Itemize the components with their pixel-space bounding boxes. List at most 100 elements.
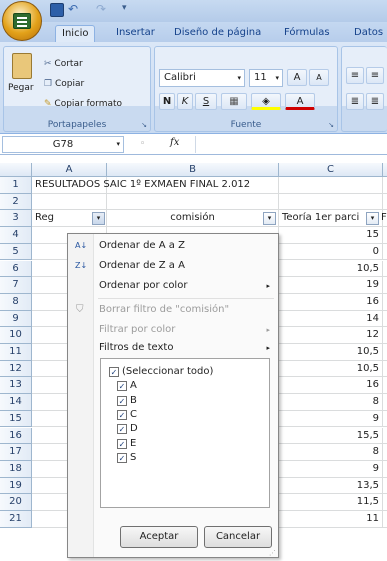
paste-button[interactable]: Pegar <box>8 83 34 93</box>
tab-datos[interactable]: Datos <box>348 25 387 42</box>
tab-inicio[interactable]: Inicio <box>55 25 96 42</box>
cell-c[interactable]: 10,5 <box>279 360 383 378</box>
font-name-combo[interactable]: Calibri ▾ <box>159 69 245 87</box>
filter-value-item[interactable]: ✓ A <box>117 379 137 393</box>
cell-c[interactable] <box>279 193 383 211</box>
checkbox-checked-icon[interactable]: ✓ <box>117 438 127 449</box>
fill-color-icon[interactable]: ◈ <box>251 93 281 110</box>
filter-dropdown-icon[interactable]: ▾ <box>263 212 276 226</box>
row-header[interactable]: 5 <box>0 243 32 261</box>
row-header[interactable]: 9 <box>0 310 32 328</box>
name-box[interactable]: G78 ▾ <box>2 136 124 153</box>
bold-button[interactable]: N <box>159 93 175 110</box>
row-header[interactable]: 14 <box>0 394 32 411</box>
font-size-combo[interactable]: 11 ▾ <box>249 69 283 87</box>
cell-d[interactable] <box>383 344 387 361</box>
col-header-b[interactable]: B <box>107 163 279 177</box>
italic-button[interactable]: K <box>177 93 193 110</box>
tab-insertar[interactable]: Insertar <box>110 25 161 42</box>
cell-c[interactable]: 15,5 <box>279 427 383 445</box>
cell-b[interactable]: comisión <box>107 210 279 228</box>
row-header[interactable]: 16 <box>0 427 32 445</box>
grow-font-button[interactable]: A <box>287 69 307 86</box>
row-header[interactable]: 17 <box>0 444 32 461</box>
undo-icon[interactable]: ↶ <box>68 3 82 17</box>
cell-d[interactable] <box>383 444 387 461</box>
format-painter-button[interactable]: ✎ Copiar formato <box>44 99 122 109</box>
col-header-c[interactable]: C <box>279 163 383 177</box>
cell-c[interactable]: 8 <box>279 444 383 461</box>
insert-function-button[interactable]: fx <box>170 137 179 148</box>
cell-c[interactable]: 11,5 <box>279 494 383 511</box>
font-color-icon[interactable]: A <box>285 93 315 110</box>
row-header[interactable]: 21 <box>0 511 32 528</box>
sort-z-a-item[interactable]: Z↓ Ordenar de Z a A <box>68 256 278 276</box>
cell-c[interactable]: 11 <box>279 511 383 528</box>
resize-grip-icon[interactable]: ⋰ <box>269 549 276 557</box>
formula-input[interactable] <box>195 136 385 153</box>
row-header[interactable]: 3 <box>0 210 32 228</box>
cell-d[interactable] <box>383 194 387 211</box>
row-header[interactable]: 19 <box>0 477 32 495</box>
paste-icon[interactable] <box>12 53 32 79</box>
borders-icon[interactable]: ▦ <box>221 93 247 110</box>
cell-d[interactable] <box>383 244 387 261</box>
font-launcher-icon[interactable]: ↘ <box>328 121 334 129</box>
copy-button[interactable]: ❐ Copiar <box>44 79 84 89</box>
row-header[interactable]: 20 <box>0 494 32 511</box>
cell-a[interactable]: RESULTADOS SAIC 1º EXMAEN FINAL 2.012 <box>32 177 250 194</box>
save-icon[interactable] <box>50 3 64 17</box>
row-header[interactable]: 8 <box>0 293 32 311</box>
align-left-icon[interactable]: ≣ <box>346 93 364 110</box>
align-top-icon[interactable]: ≡ <box>346 67 364 84</box>
cell-c[interactable]: 9 <box>279 410 383 428</box>
row-header[interactable]: 1 <box>0 177 32 194</box>
cell-c[interactable]: 14 <box>279 310 383 328</box>
shrink-font-button[interactable]: A <box>309 69 329 86</box>
cell-d[interactable] <box>383 177 387 194</box>
cell-d[interactable] <box>383 377 387 395</box>
col-header-d[interactable] <box>383 163 387 177</box>
cell-d[interactable] <box>383 394 387 411</box>
cell-d[interactable] <box>383 411 387 428</box>
cancel-button[interactable]: Cancelar <box>204 526 272 548</box>
sort-a-z-item[interactable]: A↓ Ordenar de A a Z <box>68 236 278 256</box>
row-header[interactable]: 10 <box>0 327 32 344</box>
row-header[interactable]: 11 <box>0 344 32 361</box>
cell-c[interactable]: 12 <box>279 327 383 344</box>
cell-c[interactable] <box>279 177 383 194</box>
row-header[interactable]: 7 <box>0 277 32 294</box>
cell-c[interactable]: 10,5 <box>279 260 383 278</box>
cell-d[interactable] <box>383 511 387 528</box>
checkbox-checked-icon[interactable]: ✓ <box>109 367 119 377</box>
row-header[interactable]: 2 <box>0 193 32 211</box>
sort-by-color-item[interactable]: Ordenar por color ▸ <box>68 276 278 296</box>
cell-d[interactable] <box>383 227 387 244</box>
cell-c[interactable]: 15 <box>279 227 383 244</box>
clipboard-launcher-icon[interactable]: ↘ <box>141 121 147 129</box>
text-filters-item[interactable]: Filtros de texto ▸ <box>68 338 278 358</box>
align-middle-icon[interactable]: ≡ <box>366 67 384 84</box>
filter-value-item[interactable]: ✓ (Seleccionar todo) <box>109 365 213 379</box>
checkbox-checked-icon[interactable]: ✓ <box>117 452 127 463</box>
office-button[interactable] <box>2 1 42 41</box>
tab-diseno-pagina[interactable]: Diseño de página <box>168 25 267 42</box>
cell-c[interactable]: 19 <box>279 277 383 294</box>
cell-b[interactable] <box>107 193 279 211</box>
accept-button[interactable]: Aceptar <box>120 526 198 548</box>
cell-c[interactable]: 13,5 <box>279 477 383 495</box>
row-header[interactable]: 13 <box>0 377 32 395</box>
filter-dropdown-icon[interactable]: ▾ <box>366 212 379 226</box>
cell-c[interactable]: 10,5 <box>279 344 383 361</box>
checkbox-checked-icon[interactable]: ✓ <box>117 395 127 406</box>
filter-value-item[interactable]: ✓ C <box>117 408 137 422</box>
checkbox-checked-icon[interactable]: ✓ <box>117 424 127 435</box>
select-all-corner[interactable] <box>0 163 32 177</box>
cell-d[interactable] <box>383 494 387 511</box>
row-header[interactable]: 6 <box>0 260 32 278</box>
row-header[interactable]: 18 <box>0 460 32 478</box>
cell-c[interactable]: 0 <box>279 243 383 261</box>
row-header[interactable]: 4 <box>0 227 32 244</box>
filter-value-item[interactable]: ✓ B <box>117 394 137 408</box>
cell-d[interactable] <box>383 428 387 445</box>
